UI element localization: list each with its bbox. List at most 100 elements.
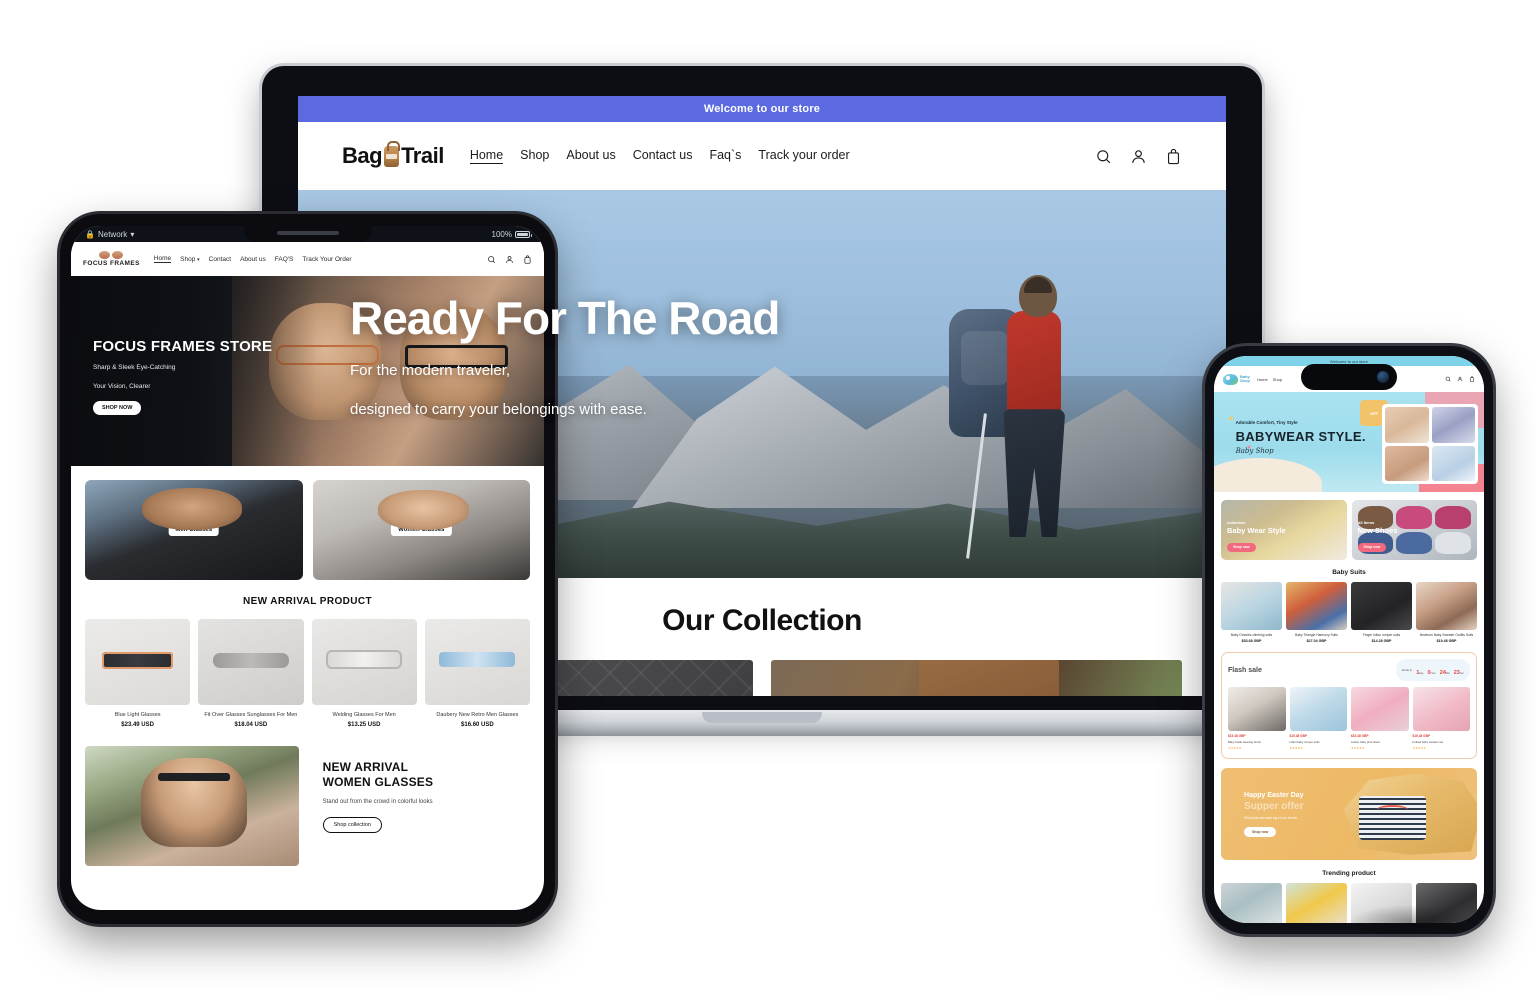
phone-hero-heading: BABYWEAR STYLE. [1235, 429, 1366, 444]
search-icon[interactable] [1095, 148, 1112, 165]
flash-product-price: $15.48 GBP [1228, 734, 1246, 739]
easter-promo-banner[interactable]: Happy Easter Day Supper offer Shop now a… [1221, 768, 1477, 861]
easter-promo-copy: Happy Easter Day Supper offer Shop now a… [1244, 792, 1304, 838]
nav-item-shop[interactable]: Shop [520, 148, 549, 164]
desktop-hero-line1: For the modern traveler, [350, 361, 511, 379]
account-icon[interactable] [1457, 376, 1463, 382]
account-icon[interactable] [505, 255, 514, 264]
product-card[interactable]: Welding Glasses For Men $13.25 USD [311, 619, 417, 728]
nav-item-about-us[interactable]: About us [566, 148, 615, 164]
tablet-nav-shop[interactable]: Shop ▾ [180, 256, 200, 263]
sunglasses-shape [150, 504, 233, 512]
focus-frames-logo[interactable]: FOCUS FRAMES [83, 251, 140, 267]
tablet-nav: Home Shop ▾ Contact About us FAQ'S Track… [153, 255, 352, 263]
product-card[interactable]: Daubery New Retro Men Glasses $16.60 USD [424, 619, 530, 728]
product-card[interactable]: Finger lotion romper suits $14.28 GBP [1351, 582, 1412, 643]
countdown-seconds: 23Sec [1453, 670, 1464, 677]
tablet-nav-home[interactable]: Home [153, 255, 172, 263]
cart-icon[interactable] [1469, 376, 1475, 382]
product-card[interactable]: Blue Light Glasses $23.49 USD [85, 619, 191, 729]
desktop-logo[interactable]: Bag Trail [342, 140, 444, 169]
easter-shop-now-button[interactable]: Shop now [1244, 827, 1277, 838]
product-image-sweater-outfits [1416, 582, 1477, 630]
desktop-nav: Home Shop About us Contact us Faq`s Trac… [469, 148, 850, 164]
nav-item-contact-us[interactable]: Contact us [633, 148, 693, 164]
battery-icon [515, 230, 532, 238]
flash-sale-card[interactable]: $15.48 GBP Knitted baby sweater set ★★★★… [1412, 687, 1470, 751]
product-image-onesies [1221, 582, 1282, 630]
search-icon[interactable] [1445, 376, 1451, 382]
shoe-5 [1396, 531, 1433, 554]
flash-sale-card[interactable]: $15.48 GBP Cotton baby print dress ★★★★★ [1351, 687, 1409, 750]
hero-hiker-illustration [915, 213, 1105, 562]
nav-item-track-your-order[interactable]: Track your order [758, 148, 849, 164]
countdown-minutes: 24Min [1439, 670, 1450, 677]
rating-stars-icon: ★★★★★ [1228, 746, 1242, 751]
collection-card-new-shoes[interactable]: All Items New Shoes Shop now [1351, 500, 1477, 560]
tablet-status-bar: 🔒 Network ▾ 100% [71, 226, 544, 242]
babyshop-logo-text: Baby Shop [1240, 373, 1250, 383]
search-icon[interactable] [487, 255, 496, 264]
hiker-torso [1007, 311, 1062, 416]
category-card-women-glasses[interactable]: Women Glasses [312, 480, 530, 580]
phone-nav-home[interactable]: Home [1257, 377, 1268, 382]
shop-collection-button[interactable]: Shop collection [322, 817, 382, 834]
collection-card-backpacks[interactable] [771, 660, 1182, 696]
category-label-women: Women Glasses [391, 524, 452, 536]
desktop-announcement-bar: Welcome to our store [298, 96, 1226, 122]
flash-product-image-4 [1412, 687, 1470, 732]
flash-sale-header: Flash sale Ends in 1Day 0Hour 24Min 23Se… [1228, 659, 1470, 682]
category-label-men: Men Glasses [168, 524, 220, 536]
promo-banner-text: Stand out from the crowd in colorful loo… [322, 799, 433, 806]
flash-product-price: $15.48 GBP [1412, 734, 1431, 739]
collection-kicker: All Items [1357, 520, 1375, 525]
phone-hero-subtitle: Adorable Comfort, Tiny Style [1235, 420, 1298, 425]
cart-icon[interactable] [1165, 148, 1182, 165]
product-name: Finger lotion romper suits [1362, 633, 1401, 637]
glasses-icon [99, 251, 124, 259]
nav-item-home[interactable]: Home [469, 148, 504, 164]
tablet-nav-contact[interactable]: Contact [209, 256, 231, 263]
rating-stars-icon: ★★★★★ [1412, 746, 1426, 751]
hero-blob-cream [1214, 458, 1322, 492]
tablet-nav-faqs[interactable]: FAQ'S [275, 256, 294, 263]
product-card[interactable]: Newborn Baby Sweater Outfits Suits $19.4… [1416, 582, 1477, 643]
desktop-header: Bag Trail Home Shop About us Contact us … [298, 122, 1226, 190]
category-card-men-glasses[interactable]: Men Glasses [85, 480, 303, 580]
account-icon[interactable] [1130, 148, 1147, 165]
product-image-blue-light-glasses [85, 619, 191, 705]
flash-sale-countdown: Ends in 1Day 0Hour 24Min 23Sec [1396, 659, 1470, 682]
tablet-section-title: NEW ARRIVAL PRODUCT [242, 596, 373, 607]
product-image-triangle-harmony [1286, 582, 1347, 630]
trending-product-image-2[interactable] [1286, 883, 1347, 923]
promo-banner-image [85, 746, 299, 867]
product-card[interactable]: Fit Over Glasses Sunglasses For Men $18.… [198, 619, 304, 728]
collection-card-baby-wear-style[interactable]: collection Baby Wear Style Shop now [1221, 500, 1347, 560]
flash-product-price: $15.48 GBP [1351, 734, 1369, 739]
collage-image-4 [1431, 445, 1475, 481]
product-name: Daubery New Retro Men Glasses [436, 712, 519, 718]
shop-now-button[interactable]: Shop now [1227, 542, 1256, 552]
nav-item-faqs[interactable]: Faq`s [709, 148, 741, 164]
product-image-welding-glasses [311, 619, 417, 705]
product-name: Welding Glasses For Men [332, 712, 396, 718]
flash-sale-card[interactable]: $15.48 GBP Infant baby romper suits ★★★★… [1289, 687, 1347, 751]
shop-now-button[interactable]: SHOP NOW [93, 401, 142, 416]
product-card[interactable]: Baby Triangle Harmony Suits $27.04 GBP [1286, 582, 1347, 643]
phone-nav-shop[interactable]: Shop [1273, 377, 1282, 382]
promo-banner-copy: NEW ARRIVAL WOMEN GLASSES Stand out from … [299, 746, 434, 866]
product-price: $23.49 USD [121, 722, 154, 729]
tablet-nav-about-us[interactable]: About us [240, 256, 266, 263]
trending-product-image-1[interactable] [1221, 883, 1282, 923]
product-card[interactable]: Baby Onesies climbing suits $33.68 GBP [1221, 582, 1282, 643]
babyshop-logo[interactable]: Baby Shop [1223, 373, 1250, 385]
baby-cloud-icon [1223, 373, 1238, 385]
cart-icon[interactable] [523, 254, 532, 264]
tablet-nav-track-your-order[interactable]: Track Your Order [302, 256, 351, 263]
star-icon: ★ [1227, 414, 1235, 423]
flash-sale-card[interactable]: $15.48 GBP Baby bottle cleaning brush ★★… [1228, 687, 1286, 750]
flash-sale-grid: $15.48 GBP Baby bottle cleaning brush ★★… [1228, 687, 1470, 750]
shop-now-button[interactable]: Shop now [1357, 542, 1387, 552]
rating-stars-icon: ★★★★★ [1289, 746, 1303, 751]
product-image-romper [1351, 582, 1412, 630]
